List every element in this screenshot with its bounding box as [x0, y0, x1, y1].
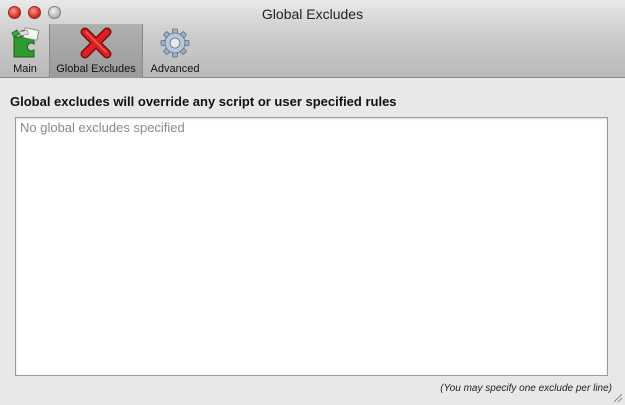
toolbar-item-advanced[interactable]: Advanced: [146, 24, 204, 78]
toolbar: Main Global Excludes Advanced: [0, 24, 625, 78]
window-title: Global Excludes: [261, 6, 364, 22]
resize-grip-icon[interactable]: [611, 391, 623, 403]
section-heading: Global excludes will override any script…: [10, 94, 397, 109]
excludes-placeholder: No global excludes specified: [20, 120, 185, 135]
toolbar-item-label: Main: [13, 63, 37, 75]
puzzle-icon: [8, 27, 42, 59]
preferences-window: Global Excludes Main Global Excludes Adv…: [0, 0, 625, 405]
global-excludes-textarea[interactable]: No global excludes specified: [15, 117, 608, 376]
red-x-icon: [79, 27, 113, 59]
toolbar-item-label: Global Excludes: [56, 63, 136, 75]
toolbar-item-global-excludes[interactable]: Global Excludes: [49, 24, 143, 78]
gear-icon: [158, 27, 192, 59]
hint-text: (You may specify one exclude per line): [440, 383, 612, 394]
toolbar-item-main[interactable]: Main: [6, 24, 44, 78]
toolbar-item-label: Advanced: [150, 63, 200, 75]
title-bar: Global Excludes Main Global Excludes Adv…: [0, 0, 625, 78]
